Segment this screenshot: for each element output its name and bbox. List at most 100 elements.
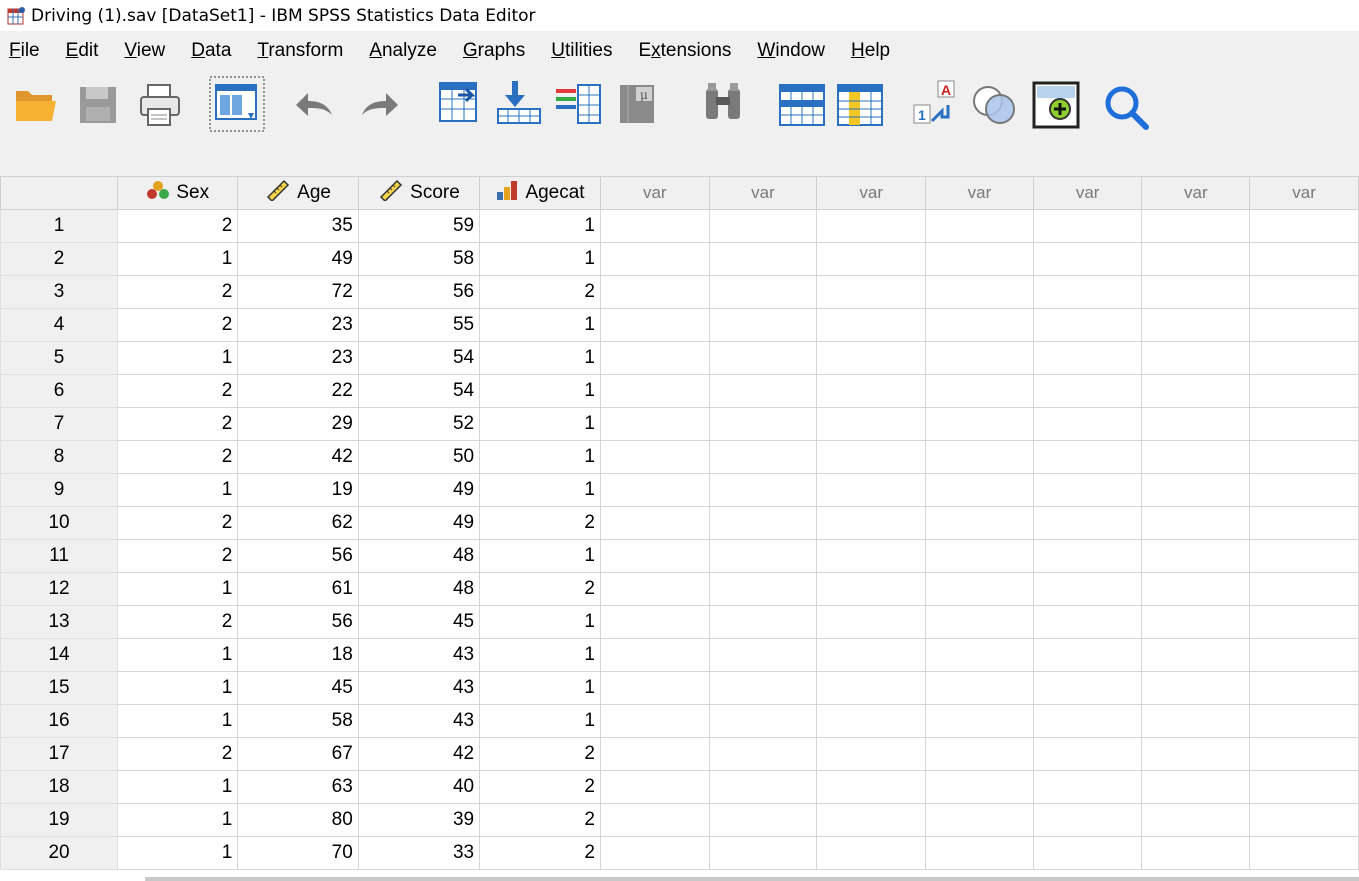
data-cell[interactable]: 1 bbox=[117, 341, 239, 375]
empty-cell[interactable] bbox=[816, 209, 927, 243]
empty-cell[interactable] bbox=[1249, 539, 1359, 573]
data-cell[interactable]: 2 bbox=[117, 539, 239, 573]
empty-cell[interactable] bbox=[925, 803, 1034, 837]
empty-cell[interactable] bbox=[599, 374, 710, 408]
empty-cell[interactable] bbox=[1032, 341, 1143, 375]
empty-cell[interactable] bbox=[1141, 440, 1251, 474]
empty-cell[interactable] bbox=[1249, 374, 1359, 408]
data-cell[interactable]: 56 bbox=[357, 275, 481, 309]
empty-cell[interactable] bbox=[925, 407, 1034, 441]
horizontal-scrollbar[interactable] bbox=[145, 877, 1359, 881]
row-number[interactable]: 15 bbox=[0, 671, 119, 705]
empty-cell[interactable] bbox=[1249, 407, 1359, 441]
row-number[interactable]: 4 bbox=[0, 308, 119, 342]
empty-cell[interactable] bbox=[1032, 242, 1143, 276]
data-cell[interactable]: 2 bbox=[117, 737, 239, 771]
menu-Extensions[interactable]: Extensions bbox=[625, 40, 744, 62]
row-number[interactable]: 12 bbox=[0, 572, 119, 606]
empty-cell[interactable] bbox=[1249, 572, 1359, 606]
data-cell[interactable]: 2 bbox=[479, 803, 601, 837]
empty-cell[interactable] bbox=[599, 704, 710, 738]
data-cell[interactable]: 1 bbox=[479, 341, 601, 375]
empty-cell[interactable] bbox=[1249, 308, 1359, 342]
data-cell[interactable]: 1 bbox=[479, 539, 601, 573]
data-cell[interactable]: 50 bbox=[357, 440, 481, 474]
row-number[interactable]: 11 bbox=[0, 539, 119, 573]
data-cell[interactable]: 1 bbox=[117, 638, 239, 672]
empty-cell[interactable] bbox=[708, 242, 818, 276]
empty-cell[interactable] bbox=[925, 275, 1034, 309]
data-cell[interactable]: 2 bbox=[117, 275, 239, 309]
data-cell[interactable]: 67 bbox=[237, 737, 359, 771]
data-cell[interactable]: 55 bbox=[357, 308, 481, 342]
empty-cell[interactable] bbox=[816, 440, 927, 474]
data-cell[interactable]: 2 bbox=[479, 506, 601, 540]
data-cell[interactable]: 1 bbox=[479, 704, 601, 738]
empty-cell[interactable] bbox=[1032, 605, 1143, 639]
data-cell[interactable]: 52 bbox=[357, 407, 481, 441]
empty-cell[interactable] bbox=[1249, 803, 1359, 837]
data-cell[interactable]: 2 bbox=[117, 209, 239, 243]
data-cell[interactable]: 1 bbox=[479, 440, 601, 474]
empty-cell[interactable] bbox=[1141, 770, 1251, 804]
empty-cell[interactable] bbox=[925, 341, 1034, 375]
empty-cell[interactable] bbox=[1249, 770, 1359, 804]
empty-cell[interactable] bbox=[1249, 440, 1359, 474]
data-cell[interactable]: 22 bbox=[237, 374, 359, 408]
select-cases-icon[interactable] bbox=[970, 75, 1018, 135]
empty-cell[interactable] bbox=[708, 308, 818, 342]
empty-cell[interactable] bbox=[1141, 572, 1251, 606]
empty-cell[interactable] bbox=[816, 836, 927, 870]
row-number[interactable]: 20 bbox=[0, 836, 119, 870]
empty-cell[interactable] bbox=[816, 671, 927, 705]
empty-cell[interactable] bbox=[599, 737, 710, 771]
empty-cell[interactable] bbox=[925, 671, 1034, 705]
empty-cell[interactable] bbox=[1032, 737, 1143, 771]
data-cell[interactable]: 56 bbox=[237, 605, 359, 639]
empty-cell[interactable] bbox=[1032, 539, 1143, 573]
data-cell[interactable]: 62 bbox=[237, 506, 359, 540]
empty-variable-header[interactable]: var bbox=[1032, 176, 1143, 210]
empty-cell[interactable] bbox=[708, 605, 818, 639]
data-cell[interactable]: 43 bbox=[357, 704, 481, 738]
data-cell[interactable]: 48 bbox=[357, 539, 481, 573]
data-cell[interactable]: 2 bbox=[479, 836, 601, 870]
column-header-agecat[interactable]: Agecat bbox=[479, 176, 601, 210]
empty-cell[interactable] bbox=[599, 836, 710, 870]
empty-cell[interactable] bbox=[1032, 209, 1143, 243]
empty-cell[interactable] bbox=[925, 737, 1034, 771]
empty-cell[interactable] bbox=[816, 803, 927, 837]
empty-cell[interactable] bbox=[1032, 473, 1143, 507]
recall-dialog-icon[interactable] bbox=[208, 75, 266, 135]
go-to-case-icon[interactable] bbox=[436, 75, 484, 135]
empty-cell[interactable] bbox=[1032, 308, 1143, 342]
data-cell[interactable]: 45 bbox=[357, 605, 481, 639]
data-cell[interactable]: 1 bbox=[479, 638, 601, 672]
empty-cell[interactable] bbox=[925, 539, 1034, 573]
empty-cell[interactable] bbox=[1249, 473, 1359, 507]
data-cell[interactable]: 1 bbox=[117, 803, 239, 837]
data-cell[interactable]: 80 bbox=[237, 803, 359, 837]
empty-cell[interactable] bbox=[1249, 704, 1359, 738]
empty-cell[interactable] bbox=[1032, 704, 1143, 738]
data-cell[interactable]: 54 bbox=[357, 341, 481, 375]
empty-cell[interactable] bbox=[708, 440, 818, 474]
data-cell[interactable]: 40 bbox=[357, 770, 481, 804]
empty-cell[interactable] bbox=[599, 506, 710, 540]
empty-cell[interactable] bbox=[708, 770, 818, 804]
empty-cell[interactable] bbox=[708, 671, 818, 705]
empty-cell[interactable] bbox=[925, 836, 1034, 870]
menu-Analyze[interactable]: Analyze bbox=[356, 40, 450, 62]
menu-Graphs[interactable]: Graphs bbox=[450, 40, 538, 62]
empty-cell[interactable] bbox=[1141, 638, 1251, 672]
data-cell[interactable]: 18 bbox=[237, 638, 359, 672]
empty-cell[interactable] bbox=[599, 572, 710, 606]
menu-Window[interactable]: Window bbox=[744, 40, 838, 62]
empty-cell[interactable] bbox=[925, 704, 1034, 738]
empty-cell[interactable] bbox=[925, 572, 1034, 606]
data-cell[interactable]: 1 bbox=[479, 242, 601, 276]
data-cell[interactable]: 1 bbox=[117, 704, 239, 738]
empty-cell[interactable] bbox=[708, 836, 818, 870]
empty-variable-header[interactable]: var bbox=[1249, 176, 1359, 210]
data-cell[interactable]: 43 bbox=[357, 671, 481, 705]
